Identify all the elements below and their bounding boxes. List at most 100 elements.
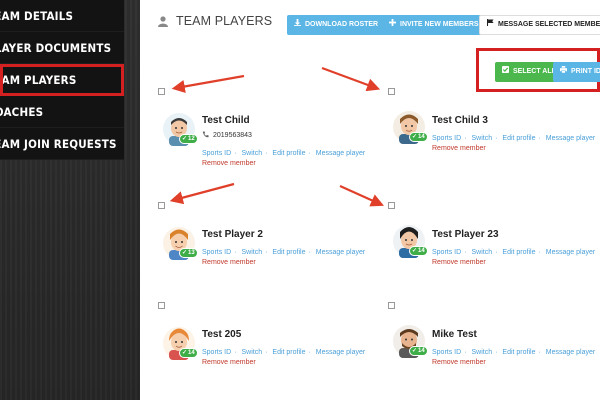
player-name: Test Child bbox=[202, 115, 250, 126]
sports-id-link[interactable]: Sports ID bbox=[432, 249, 461, 256]
player-links: Sports ID · Switch · Edit profile · Message… bbox=[432, 349, 595, 356]
remove-member-link[interactable]: Remove member bbox=[202, 160, 256, 167]
phone-icon bbox=[202, 131, 209, 140]
switch-link[interactable]: Switch bbox=[241, 349, 262, 356]
sidebar-menu: TEAM DETAILS PLAYER DOCUMENTS TEAM PLAYE… bbox=[0, 0, 124, 160]
player-links: Sports ID · Switch · Edit profile · Message… bbox=[202, 150, 365, 157]
link-separator: · bbox=[495, 135, 498, 142]
switch-link[interactable]: Switch bbox=[241, 150, 262, 157]
badge-number: 13 bbox=[188, 250, 195, 256]
avatar: ✓ 14 bbox=[392, 110, 428, 144]
switch-link[interactable]: Switch bbox=[471, 135, 492, 142]
sports-id-link[interactable]: Sports ID bbox=[202, 249, 231, 256]
remove-member-link[interactable]: Remove member bbox=[202, 259, 256, 266]
sidebar-item-team-join-requests[interactable]: TEAM JOIN REQUESTS bbox=[0, 128, 124, 160]
badge-number: 14 bbox=[188, 350, 195, 356]
switch-link[interactable]: Switch bbox=[241, 249, 262, 256]
sidebar-item-team-players[interactable]: TEAM PLAYERS bbox=[0, 64, 124, 96]
sidebar: TEAM DETAILS PLAYER DOCUMENTS TEAM PLAYE… bbox=[0, 0, 140, 400]
sidebar-item-team-details[interactable]: TEAM DETAILS bbox=[0, 0, 124, 32]
check-icon: ✓ bbox=[412, 248, 418, 254]
switch-link[interactable]: Switch bbox=[471, 349, 492, 356]
main-panel: TEAM PLAYERS DOWNLOAD ROSTER ▾ INVITE NE… bbox=[140, 0, 600, 400]
message-player-link[interactable]: Message player bbox=[316, 349, 365, 356]
edit-profile-link[interactable]: Edit profile bbox=[272, 249, 305, 256]
player-checkbox[interactable] bbox=[158, 88, 165, 95]
message-player-link[interactable]: Message player bbox=[316, 150, 365, 157]
avatar: ✓ 13 bbox=[162, 226, 198, 260]
jersey-badge: ✓ 14 bbox=[409, 132, 428, 142]
remove-member-link[interactable]: Remove member bbox=[432, 145, 486, 152]
sports-id-link[interactable]: Sports ID bbox=[432, 135, 461, 142]
jersey-badge: ✓ 13 bbox=[179, 248, 198, 258]
link-separator: · bbox=[538, 249, 541, 256]
jersey-badge: ✓ 14 bbox=[409, 246, 428, 256]
check-icon: ✓ bbox=[182, 136, 188, 142]
link-separator: · bbox=[234, 349, 237, 356]
sidebar-item-coaches[interactable]: COACHES bbox=[0, 96, 124, 128]
player-links: Sports ID · Switch · Edit profile · Message… bbox=[202, 349, 365, 356]
link-separator: · bbox=[308, 349, 311, 356]
check-icon: ✓ bbox=[412, 348, 418, 354]
link-separator: · bbox=[308, 249, 311, 256]
sports-id-link[interactable]: Sports ID bbox=[202, 150, 231, 157]
edit-profile-link[interactable]: Edit profile bbox=[502, 135, 535, 142]
player-checkbox[interactable] bbox=[158, 302, 165, 309]
sports-id-link[interactable]: Sports ID bbox=[202, 349, 231, 356]
check-icon: ✓ bbox=[182, 250, 188, 256]
badge-number: 14 bbox=[418, 134, 425, 140]
remove-member-link[interactable]: Remove member bbox=[202, 359, 256, 366]
jersey-badge: ✓ 12 bbox=[179, 134, 198, 144]
player-name: Test 205 bbox=[202, 329, 242, 340]
player-links: Sports ID · Switch · Edit profile · Message… bbox=[432, 135, 595, 142]
link-separator: · bbox=[495, 349, 498, 356]
player-links: Sports ID · Switch · Edit profile · Message… bbox=[202, 249, 365, 256]
player-links: Sports ID · Switch · Edit profile · Message… bbox=[432, 249, 595, 256]
link-separator: · bbox=[308, 150, 311, 157]
link-separator: · bbox=[265, 150, 268, 157]
player-checkbox[interactable] bbox=[388, 302, 395, 309]
badge-number: 14 bbox=[418, 348, 425, 354]
link-separator: · bbox=[495, 249, 498, 256]
edit-profile-link[interactable]: Edit profile bbox=[502, 249, 535, 256]
edit-profile-link[interactable]: Edit profile bbox=[502, 349, 535, 356]
edit-profile-link[interactable]: Edit profile bbox=[272, 349, 305, 356]
check-icon: ✓ bbox=[412, 134, 418, 140]
players-grid: ✓ 12 Test Child 2019563843 Sports ID · Swi… bbox=[140, 0, 600, 400]
remove-member-link[interactable]: Remove member bbox=[432, 359, 486, 366]
avatar: ✓ 12 bbox=[162, 112, 198, 146]
player-checkbox[interactable] bbox=[388, 88, 395, 95]
sidebar-item-player-documents[interactable]: PLAYER DOCUMENTS bbox=[0, 32, 124, 64]
message-player-link[interactable]: Message player bbox=[546, 249, 595, 256]
player-name: Test Player 2 bbox=[202, 229, 263, 240]
message-player-link[interactable]: Message player bbox=[546, 349, 595, 356]
remove-member-link[interactable]: Remove member bbox=[432, 259, 486, 266]
link-separator: · bbox=[265, 349, 268, 356]
jersey-badge: ✓ 14 bbox=[409, 346, 428, 356]
link-separator: · bbox=[234, 150, 237, 157]
jersey-badge: ✓ 14 bbox=[179, 348, 198, 358]
link-separator: · bbox=[464, 249, 467, 256]
player-name: Test Player 23 bbox=[432, 229, 499, 240]
message-player-link[interactable]: Message player bbox=[546, 135, 595, 142]
player-checkbox[interactable] bbox=[158, 202, 165, 209]
link-separator: · bbox=[464, 349, 467, 356]
player-name: Mike Test bbox=[432, 329, 477, 340]
switch-link[interactable]: Switch bbox=[471, 249, 492, 256]
link-separator: · bbox=[265, 249, 268, 256]
link-separator: · bbox=[464, 135, 467, 142]
phone-number: 2019563843 bbox=[213, 132, 252, 139]
player-phone: 2019563843 bbox=[202, 131, 252, 140]
badge-number: 12 bbox=[188, 136, 195, 142]
badge-number: 14 bbox=[418, 248, 425, 254]
player-checkbox[interactable] bbox=[388, 202, 395, 209]
edit-profile-link[interactable]: Edit profile bbox=[272, 150, 305, 157]
link-separator: · bbox=[234, 249, 237, 256]
avatar: ✓ 14 bbox=[392, 324, 428, 358]
sports-id-link[interactable]: Sports ID bbox=[432, 349, 461, 356]
player-name: Test Child 3 bbox=[432, 115, 488, 126]
message-player-link[interactable]: Message player bbox=[316, 249, 365, 256]
avatar: ✓ 14 bbox=[392, 224, 428, 258]
link-separator: · bbox=[538, 349, 541, 356]
avatar: ✓ 14 bbox=[162, 326, 198, 360]
